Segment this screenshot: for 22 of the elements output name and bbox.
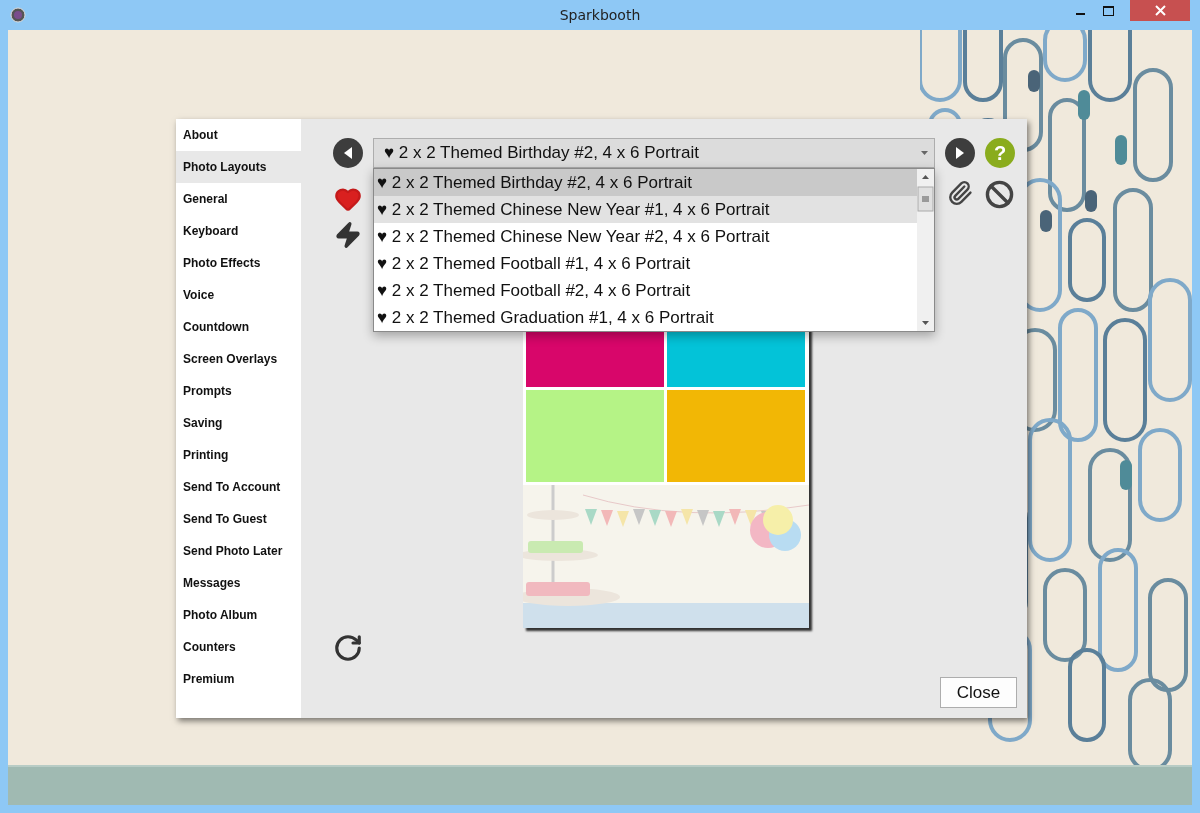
left-triangle-icon (342, 146, 354, 160)
dropdown-option[interactable]: ♥ 2 x 2 Themed Graduation #1, 4 x 6 Portrait (374, 304, 917, 331)
maximize-icon (1102, 5, 1114, 16)
lightning-icon[interactable] (334, 221, 362, 249)
previous-button[interactable] (333, 138, 363, 168)
prohibited-icon[interactable] (985, 180, 1015, 209)
close-window-button[interactable] (1130, 0, 1190, 21)
heart-icon[interactable] (334, 185, 362, 213)
app-icon (10, 7, 26, 23)
sidebar-item[interactable]: Photo Layouts (176, 151, 301, 183)
caret-icon (921, 151, 928, 155)
refresh-icon[interactable] (333, 633, 363, 663)
scrollbar[interactable] (917, 169, 934, 331)
next-button[interactable] (945, 138, 975, 168)
close-button[interactable]: Close (940, 677, 1017, 708)
right-triangle-icon (954, 146, 966, 160)
close-icon (1154, 5, 1166, 16)
dropdown-option[interactable]: ♥ 2 x 2 Themed Birthday #2, 4 x 6 Portrait (374, 169, 917, 196)
dropdown-option[interactable]: ♥ 2 x 2 Themed Chinese New Year #1, 4 x 6 Portrait (374, 196, 917, 223)
window-title: Sparkbooth (558, 7, 642, 23)
layout-dropdown[interactable]: ♥ 2 x 2 Themed Birthday #2, 4 x 6 Portrait (373, 138, 935, 168)
minimize-icon (1075, 12, 1085, 15)
